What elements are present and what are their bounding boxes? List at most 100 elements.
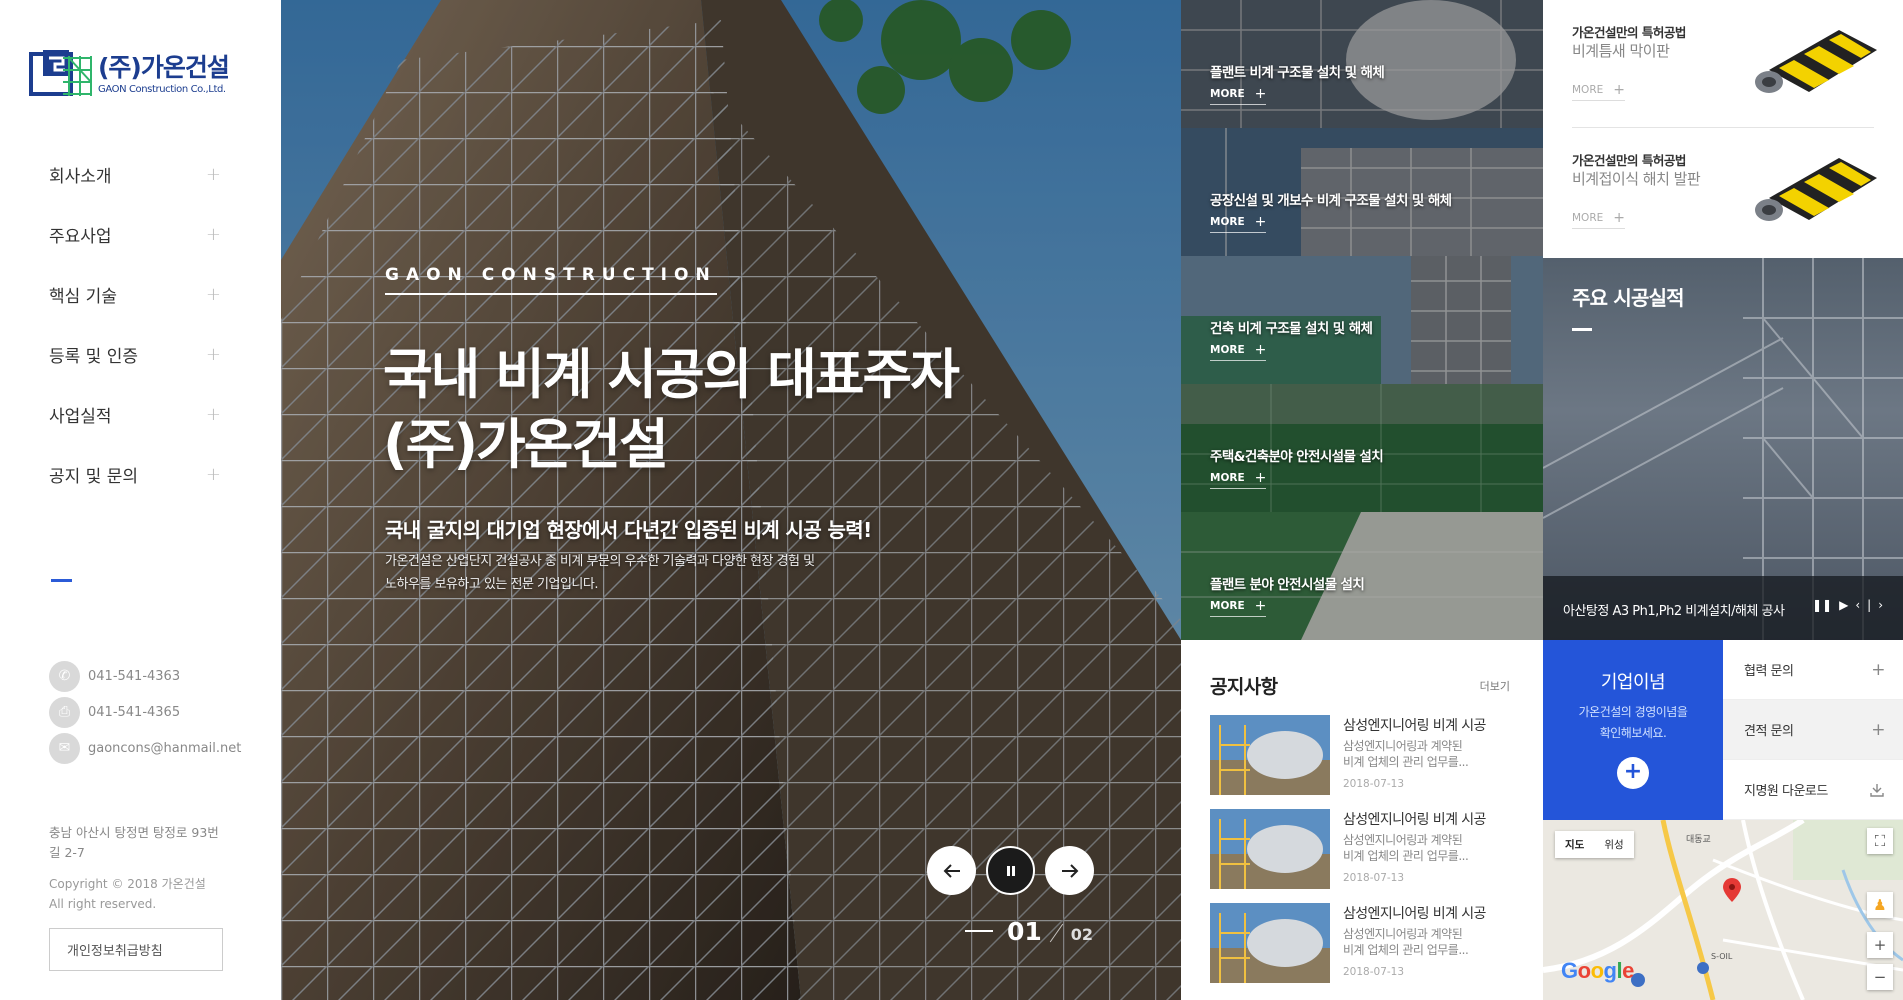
tile-more-link[interactable]: MORE + [1210,86,1267,105]
philosophy-title: 기업이념 [1600,672,1666,693]
notice-item-date: 2018-07-13 [1343,966,1405,978]
tile-factory-scaffold[interactable]: 공장신설 및 개보수 비계 구조물 설치 및 해체 MORE + [1181,128,1543,256]
map-type-satellite[interactable]: 위성 [1594,831,1633,858]
plus-icon: + [205,343,221,365]
major-projects[interactable]: 주요 시공실적 아산탕정 A3 Ph1,Ph2 비계설치/해체 공사 ❚❚ ▶ … [1543,258,1903,640]
more-label: MORE [1572,84,1604,96]
plus-icon: + [1254,86,1267,102]
plus-icon: + [205,283,221,305]
notice-board: 공지사항 더보기 삼성엔지니어링 비계 시공 삼성엔지니어링과 계약된 비계 업체… [1181,640,1543,1000]
more-label: MORE [1572,212,1604,224]
plus-circle-icon[interactable]: + [1617,757,1649,789]
more-label: MORE [1210,88,1245,100]
tile-building-scaffold[interactable]: 건축 비계 구조물 설치 및 해체 MORE + [1181,256,1543,384]
main-nav: 회사소개 + 주요사업 + 핵심 기술 + 등록 및 인증 + 사업실적 + 공지 및 문… [49,144,221,504]
nav-item-performance[interactable]: 사업실적 + [49,384,221,444]
play-icon[interactable]: ▶ [1839,598,1848,612]
tile-plant-safety[interactable]: 플랜트 분야 안전시설물 설치 MORE + [1181,512,1543,640]
plus-icon: + [1254,342,1267,358]
fax-icon: ⎙ [49,696,80,728]
hero-description: 가온건설은 산업단지 건설공사 중 비계 부문의 우수한 기술력과 다양한 현장… [385,550,885,596]
chevron-left-icon[interactable]: ‹ [1855,598,1860,612]
pager-line [965,930,993,932]
notice-item[interactable]: 삼성엔지니어링 비계 시공 삼성엔지니어링과 계약된 비계 업체의 관리 업무를.… [1210,715,1520,795]
partnership-inquiry-link[interactable]: 협력 문의 + [1723,640,1903,700]
tile-more-link[interactable]: MORE + [1210,342,1267,361]
slide-pager: 01 02 [965,917,1093,946]
more-label: MORE [1210,472,1245,484]
pager-total: 02 [1070,925,1094,944]
zoom-in-button[interactable]: + [1867,932,1893,958]
patent-more-link[interactable]: MORE + [1572,211,1625,229]
link-label: 협력 문의 [1744,664,1794,679]
pause-slide-button[interactable] [986,846,1035,895]
nav-item-company[interactable]: 회사소개 + [49,144,221,204]
notice-item[interactable]: 삼성엔지니어링 비계 시공 삼성엔지니어링과 계약된 비계 업체의 관리 업무를.… [1210,809,1520,889]
quick-links: 협력 문의 + 견적 문의 + 지명원 다운로드 [1723,640,1903,820]
map-type-map[interactable]: 지도 [1555,831,1594,858]
copyright: Copyright © 2018 가온건설 All right reserved… [49,874,206,914]
projects-dash [1572,328,1592,331]
tile-more-link[interactable]: MORE + [1210,471,1267,489]
patent-product-image [1755,30,1877,93]
tile-housing-safety[interactable]: 주택&건축분야 안전시설물 설치 MORE + [1181,384,1543,512]
privacy-policy-button[interactable]: 개인정보취급방침 [49,928,223,971]
plus-icon: + [1613,82,1625,98]
nav-item-notice[interactable]: 공지 및 문의 + [49,444,221,504]
brochure-download-link[interactable]: 지명원 다운로드 [1723,760,1903,820]
notice-item-title: 삼성엔지니어링 비계 시공 [1343,812,1486,828]
patent-hatch-plate[interactable]: 가온건설만의 특허공법 비계접이식 해치 발판 MORE + [1543,128,1903,258]
contact-fax: ⎙ 041-541-4365 [49,694,241,730]
arrow-left-icon [943,863,960,878]
fullscreen-icon[interactable]: ⛶ [1867,828,1893,854]
prev-slide-button[interactable] [927,846,976,895]
logo-name-kr: (주)가온건설 [98,52,230,82]
hero-lead: 국내 굴지의 대기업 현장에서 다년간 입증된 비계 시공 능력! [385,518,872,542]
street-view-icon[interactable]: ♟ [1867,892,1893,918]
hero-title: 국내 비계 시공의 대표주자 (주)가온건설 [383,340,960,480]
patent-more-link[interactable]: MORE + [1572,82,1625,101]
zoom-out-button[interactable]: − [1867,964,1893,990]
tile-title: 공장신설 및 개보수 비계 구조물 설치 및 해체 [1210,193,1452,209]
philosophy-card[interactable]: 기업이념 가온건설의 경영이념을 확인해보세요. + [1543,640,1723,820]
phone-icon: ✆ [49,660,80,692]
fax-number: 041-541-4365 [88,704,181,720]
plus-icon: + [205,403,221,425]
chevron-right-icon[interactable]: › [1878,598,1883,612]
pager-slash [1049,923,1064,943]
tile-title: 플랜트 비계 구조물 설치 및 해체 [1210,65,1385,81]
notice-more-link[interactable]: 더보기 [1480,678,1510,694]
pause-icon[interactable]: ❚❚ [1812,598,1832,612]
nav-item-technology[interactable]: 핵심 기술 + [49,264,221,324]
accent-divider [51,579,72,582]
notice-item-date: 2018-07-13 [1343,778,1405,790]
estimate-inquiry-link[interactable]: 견적 문의 + [1723,700,1903,760]
hero-scaffold-image [281,0,1181,1000]
nav-item-business[interactable]: 주요사업 + [49,204,221,264]
contact-phone: ✆ 041-541-4363 [49,658,241,694]
location-map[interactable]: 지도 위성 대동교 S-OIL ⛶ ♟ + − Google [1543,820,1903,1000]
notice-summary-line: 삼성엔지니어링과 계약된 [1343,739,1463,753]
more-label: MORE [1210,344,1245,356]
tile-more-link[interactable]: MORE + [1210,215,1267,233]
philosophy-desc: 가온건설의 경영이념을 확인해보세요. [1543,702,1723,744]
notice-item[interactable]: 삼성엔지니어링 비계 시공 삼성엔지니어링과 계약된 비계 업체의 관리 업무를.… [1210,903,1520,983]
notice-item-title: 삼성엔지니어링 비계 시공 [1343,906,1486,922]
contact-email: ✉ gaoncons@hanmail.net [49,730,241,766]
pause-icon [1006,865,1015,876]
nav-item-certification[interactable]: 등록 및 인증 + [49,324,221,384]
plus-icon: + [205,163,221,185]
nav-label: 사업실적 [49,406,112,427]
tile-plant-scaffold[interactable]: 플랜트 비계 구조물 설치 및 해체 MORE + [1181,0,1543,128]
google-logo-icon: Google [1561,958,1634,983]
next-slide-button[interactable] [1045,846,1094,895]
arrow-right-icon [1061,863,1078,878]
hero-title-company: (주)가온건설 [383,413,669,476]
notice-summary-line: 삼성엔지니어링과 계약된 [1343,927,1463,941]
patent-gap-plate[interactable]: 가온건설만의 특허공법 비계틈새 막이판 MORE + [1543,0,1903,128]
link-label: 지명원 다운로드 [1744,784,1828,799]
email-address: gaoncons@hanmail.net [88,740,242,756]
logo[interactable]: (주)가온건설 GAON Construction Co.,Ltd. [29,48,230,100]
tile-more-link[interactable]: MORE + [1210,599,1267,617]
notice-item-title: 삼성엔지니어링 비계 시공 [1343,718,1486,734]
